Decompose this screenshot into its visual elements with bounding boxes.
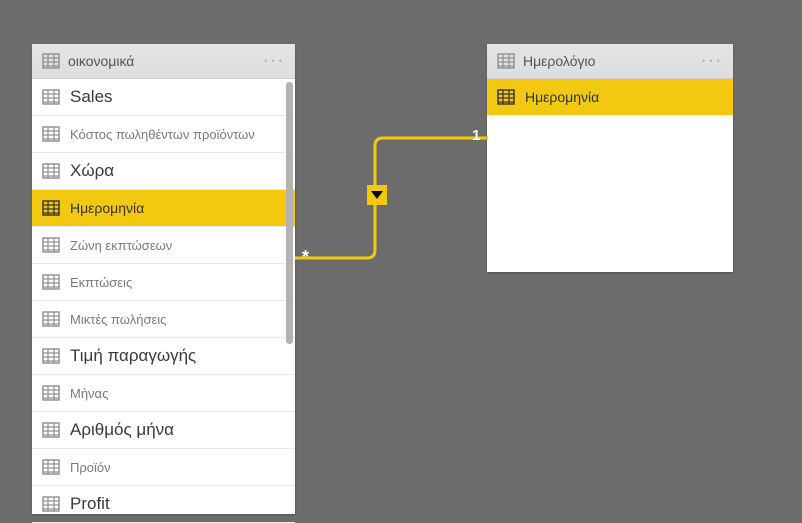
table-header-calendar[interactable]: Ημερολόγιο ··· <box>487 44 733 79</box>
table-icon <box>497 53 515 69</box>
field-label: Ημερομηνία <box>525 89 599 105</box>
field-row[interactable]: Εκπτώσεις <box>32 264 295 301</box>
field-row[interactable]: Μικτές πωλήσεις <box>32 301 295 338</box>
column-icon <box>42 163 60 179</box>
field-label: Μικτές πωλήσεις <box>70 312 166 327</box>
scrollbar[interactable] <box>286 82 293 344</box>
field-row[interactable]: Profit <box>32 486 295 523</box>
field-label: Ζώνη εκπτώσεων <box>70 238 172 253</box>
table-icon <box>42 53 60 69</box>
column-icon <box>42 237 60 253</box>
field-label: Τιμή παραγωγής <box>70 346 196 366</box>
field-row[interactable]: Χώρα <box>32 153 295 190</box>
column-icon <box>497 89 515 105</box>
column-icon <box>42 496 60 512</box>
table-card-economics[interactable]: οικονομικά ··· Sales Κόστος πωληθέντων πρ… <box>32 44 295 514</box>
field-row[interactable]: Ζώνη εκπτώσεων <box>32 227 295 264</box>
field-row[interactable]: Τιμή παραγωγής <box>32 338 295 375</box>
column-icon <box>42 422 60 438</box>
field-row[interactable]: Ημερομηνία <box>32 190 295 227</box>
column-icon <box>42 274 60 290</box>
column-icon <box>42 311 60 327</box>
column-icon <box>42 348 60 364</box>
more-options-button[interactable]: ··· <box>263 52 285 70</box>
field-label: Εκπτώσεις <box>70 275 132 290</box>
table-title: οικονομικά <box>68 53 263 69</box>
relationship-line[interactable] <box>295 128 488 268</box>
field-label: Προϊόν <box>70 460 111 475</box>
table-header-economics[interactable]: οικονομικά ··· <box>32 44 295 79</box>
field-label: Αριθμός μήνα <box>70 420 174 440</box>
cardinality-to: 1 <box>472 127 480 144</box>
more-options-button[interactable]: ··· <box>701 52 723 70</box>
field-list-calendar: Ημερομηνία <box>487 79 733 116</box>
field-label: Ημερομηνία <box>70 200 144 216</box>
field-label: Profit <box>70 494 110 514</box>
field-list-economics: Sales Κόστος πωληθέντων προϊόντων Χώρα Ημερ… <box>32 79 295 523</box>
field-row[interactable]: Μήνας <box>32 375 295 412</box>
column-icon <box>42 89 60 105</box>
field-row[interactable]: Sales <box>32 79 295 116</box>
column-icon <box>42 200 60 216</box>
column-icon <box>42 126 60 142</box>
field-row[interactable]: Αριθμός μήνα <box>32 412 295 449</box>
column-icon <box>42 385 60 401</box>
column-icon <box>42 459 60 475</box>
field-label: Χώρα <box>70 161 114 181</box>
field-row[interactable]: Προϊόν <box>32 449 295 486</box>
relationship-direction-icon[interactable] <box>367 185 387 205</box>
field-row[interactable]: Κόστος πωληθέντων προϊόντων <box>32 116 295 153</box>
cardinality-from: * <box>302 247 309 268</box>
table-title: Ημερολόγιο <box>523 53 701 69</box>
field-label: Sales <box>70 87 113 107</box>
field-label: Μήνας <box>70 386 108 401</box>
table-card-calendar[interactable]: Ημερολόγιο ··· Ημερομηνία <box>487 44 733 272</box>
field-label: Κόστος πωληθέντων προϊόντων <box>70 127 255 142</box>
field-row[interactable]: Ημερομηνία <box>487 79 733 116</box>
